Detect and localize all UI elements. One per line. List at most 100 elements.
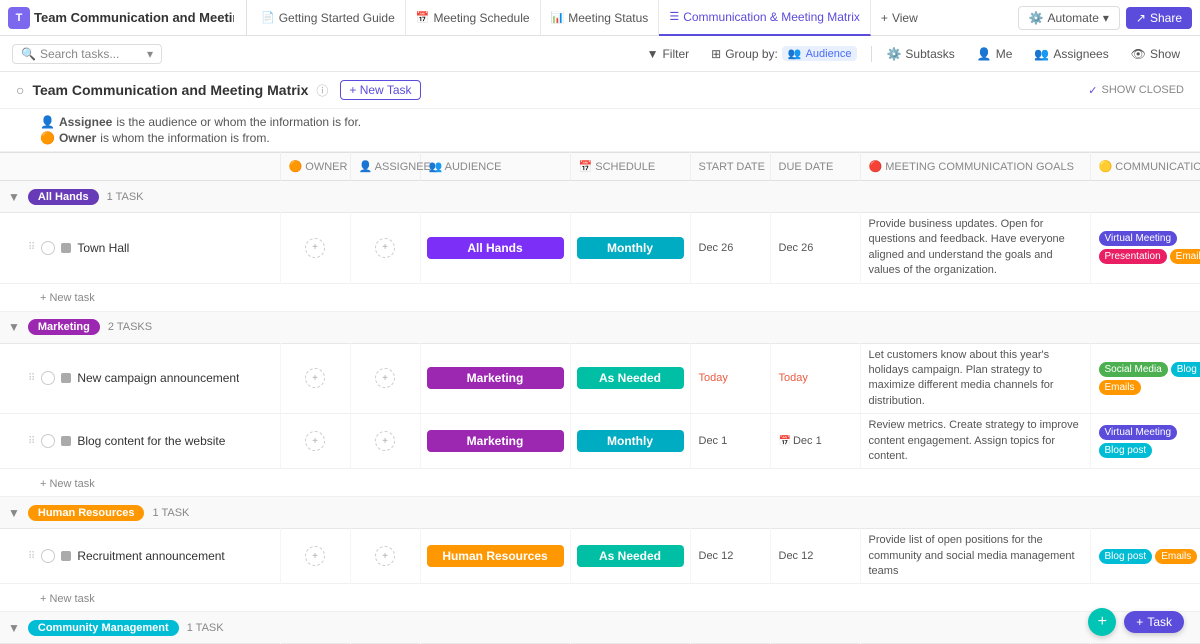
group-expand-icon[interactable]: ▼ [8,320,20,334]
assignees-icon: 👥 [1034,47,1049,61]
show-btn[interactable]: 👁 Show [1123,45,1188,63]
group-cell: ▼ All Hands 1 TASK [0,181,1200,213]
assignees-btn[interactable]: 👥 Assignees [1026,45,1116,63]
group-expand-icon[interactable]: ▼ [8,506,20,520]
task-name-cell: ⠿ Blog content for the website [0,414,280,469]
owner-avatar[interactable]: + [305,238,325,258]
comm-tag: Emails [1170,249,1200,264]
filter-icon: ▼ [647,47,659,61]
add-view-btn[interactable]: + View [871,0,928,36]
comm-tag: Virtual Meeting [1099,425,1178,440]
comm-method-cell: Blog postEmails [1090,529,1200,584]
tab-comm-matrix[interactable]: ☰ Communication & Meeting Matrix [659,0,871,36]
audience-cell[interactable]: Marketing [420,414,570,469]
chevron-down-icon: ▾ [1103,11,1109,25]
start-date-cell: Today [690,343,770,414]
page-expand-icon[interactable]: ○ [16,82,24,98]
filter-right: ▼ Filter ⊞ Group by: 👥 Audience ⚙️ Subta… [639,44,1188,63]
group-by-btn[interactable]: ⊞ Group by: 👥 Audience [703,44,865,63]
info-icon[interactable]: ⓘ [316,82,328,99]
share-btn[interactable]: ↗ Share [1126,7,1192,29]
comm-tag: Blog post [1171,362,1200,377]
new-task-link[interactable]: + New task [8,593,95,605]
task-btn[interactable]: + Task [1124,611,1184,633]
task-name[interactable]: Recruitment announcement [77,549,224,563]
col-audience: 👥 AUDIENCE [420,153,570,181]
new-task-row: + New task [0,469,1200,497]
assignee-avatar[interactable]: + [375,238,395,258]
task-row: ⠿ Town Hall + + All Hands Monthly Dec 26… [0,213,1200,284]
assignee-legend-icon: 👤 [40,115,55,129]
automate-btn[interactable]: ⚙️ Automate ▾ [1018,6,1120,30]
table-container[interactable]: 🟠 OWNER 👤 ASSIGNEE 👥 AUDIENCE 📅 SCHEDULE… [0,152,1200,644]
schedule-cell[interactable]: As Needed [570,343,690,414]
task-name[interactable]: New campaign announcement [77,371,239,385]
assignee-avatar[interactable]: + [375,546,395,566]
filter-btn[interactable]: ▼ Filter [639,45,698,63]
task-row: ⠿ New campaign announcement + + Marketin… [0,343,1200,414]
tab-meeting-status[interactable]: 📊 Meeting Status [541,0,660,36]
subtasks-btn[interactable]: ⚙️ Subtasks [878,45,962,63]
check-icon: ✓ [1088,84,1097,97]
comm-tag: Virtual Meeting [1099,231,1178,246]
new-task-cell: + New task [0,584,1200,612]
group-tag[interactable]: All Hands [28,189,99,205]
group-cell: ▼ Human Resources 1 TASK [0,497,1200,529]
owner-avatar[interactable]: + [305,368,325,388]
owner-legend-icon: 🟠 [40,131,55,145]
tab-meeting-schedule[interactable]: 📅 Meeting Schedule [406,0,541,36]
owner-avatar[interactable]: + [305,546,325,566]
search-input[interactable]: 🔍 Search tasks... ▾ [12,44,162,64]
group-expand-icon[interactable]: ▼ [8,190,20,204]
task-checkbox[interactable] [41,549,55,563]
assignee-avatar[interactable]: + [375,368,395,388]
task-checkbox[interactable] [41,434,55,448]
task-name[interactable]: Town Hall [77,241,129,255]
group-tag[interactable]: Human Resources [28,505,145,521]
meeting-schedule-icon: 📅 [416,11,430,24]
task-checkbox[interactable] [41,371,55,385]
schedule-cell[interactable]: Monthly [570,213,690,284]
new-task-link[interactable]: + New task [8,478,95,490]
start-date-cell: Dec 1 [690,414,770,469]
goals-cell: Provide list of open positions for the c… [860,529,1090,584]
main-table: 🟠 OWNER 👤 ASSIGNEE 👥 AUDIENCE 📅 SCHEDULE… [0,152,1200,644]
app-title: Team Communication and Meeting Ma... [34,10,234,25]
col-schedule: 📅 SCHEDULE [570,153,690,181]
add-btn[interactable]: + [1088,608,1116,636]
assignee-cell: + [350,414,420,469]
tab-getting-started[interactable]: 📄 Getting Started Guide [251,0,406,36]
assignee-avatar[interactable]: + [375,431,395,451]
plus-icon: + [881,11,888,25]
owner-avatar[interactable]: + [305,431,325,451]
group-expand-icon[interactable]: ▼ [8,621,20,635]
col-due-date: DUE DATE [770,153,860,181]
audience-cell[interactable]: Marketing [420,343,570,414]
col-comm-method: 🟡 COMMUNICATION METHOD [1090,153,1200,181]
audience-cell[interactable]: Human Resources [420,529,570,584]
comm-tag: Emails [1099,380,1141,395]
task-checkbox[interactable] [41,241,55,255]
top-right-actions: ⚙️ Automate ▾ ↗ Share [1018,6,1192,30]
new-task-link[interactable]: + New task [8,292,95,304]
new-task-cell: + New task [0,283,1200,311]
chevron-down-icon: ▾ [147,47,153,61]
task-name[interactable]: Blog content for the website [77,434,225,448]
comm-tag: Blog post [1099,549,1153,564]
show-closed-btn[interactable]: ✓ SHOW CLOSED [1088,84,1184,97]
task-row: ⠿ Blog content for the website + + Marke… [0,414,1200,469]
group-row: ▼ Community Management 1 TASK [0,612,1200,644]
audience-cell[interactable]: All Hands [420,213,570,284]
group-tag[interactable]: Marketing [28,319,100,335]
audience-icon: 👥 [788,47,802,60]
schedule-cell[interactable]: As Needed [570,529,690,584]
comm-tag: Presentation [1099,249,1167,264]
task-plus-icon: + [1136,615,1143,629]
schedule-cell[interactable]: Monthly [570,414,690,469]
assignee-cell: + [350,529,420,584]
group-tag[interactable]: Community Management [28,620,179,636]
task-row: ⠿ Recruitment announcement + + Human Res… [0,529,1200,584]
new-task-btn[interactable]: + New Task [340,80,420,100]
me-btn[interactable]: 👤 Me [969,45,1021,63]
show-icon: 👁 [1131,47,1146,61]
